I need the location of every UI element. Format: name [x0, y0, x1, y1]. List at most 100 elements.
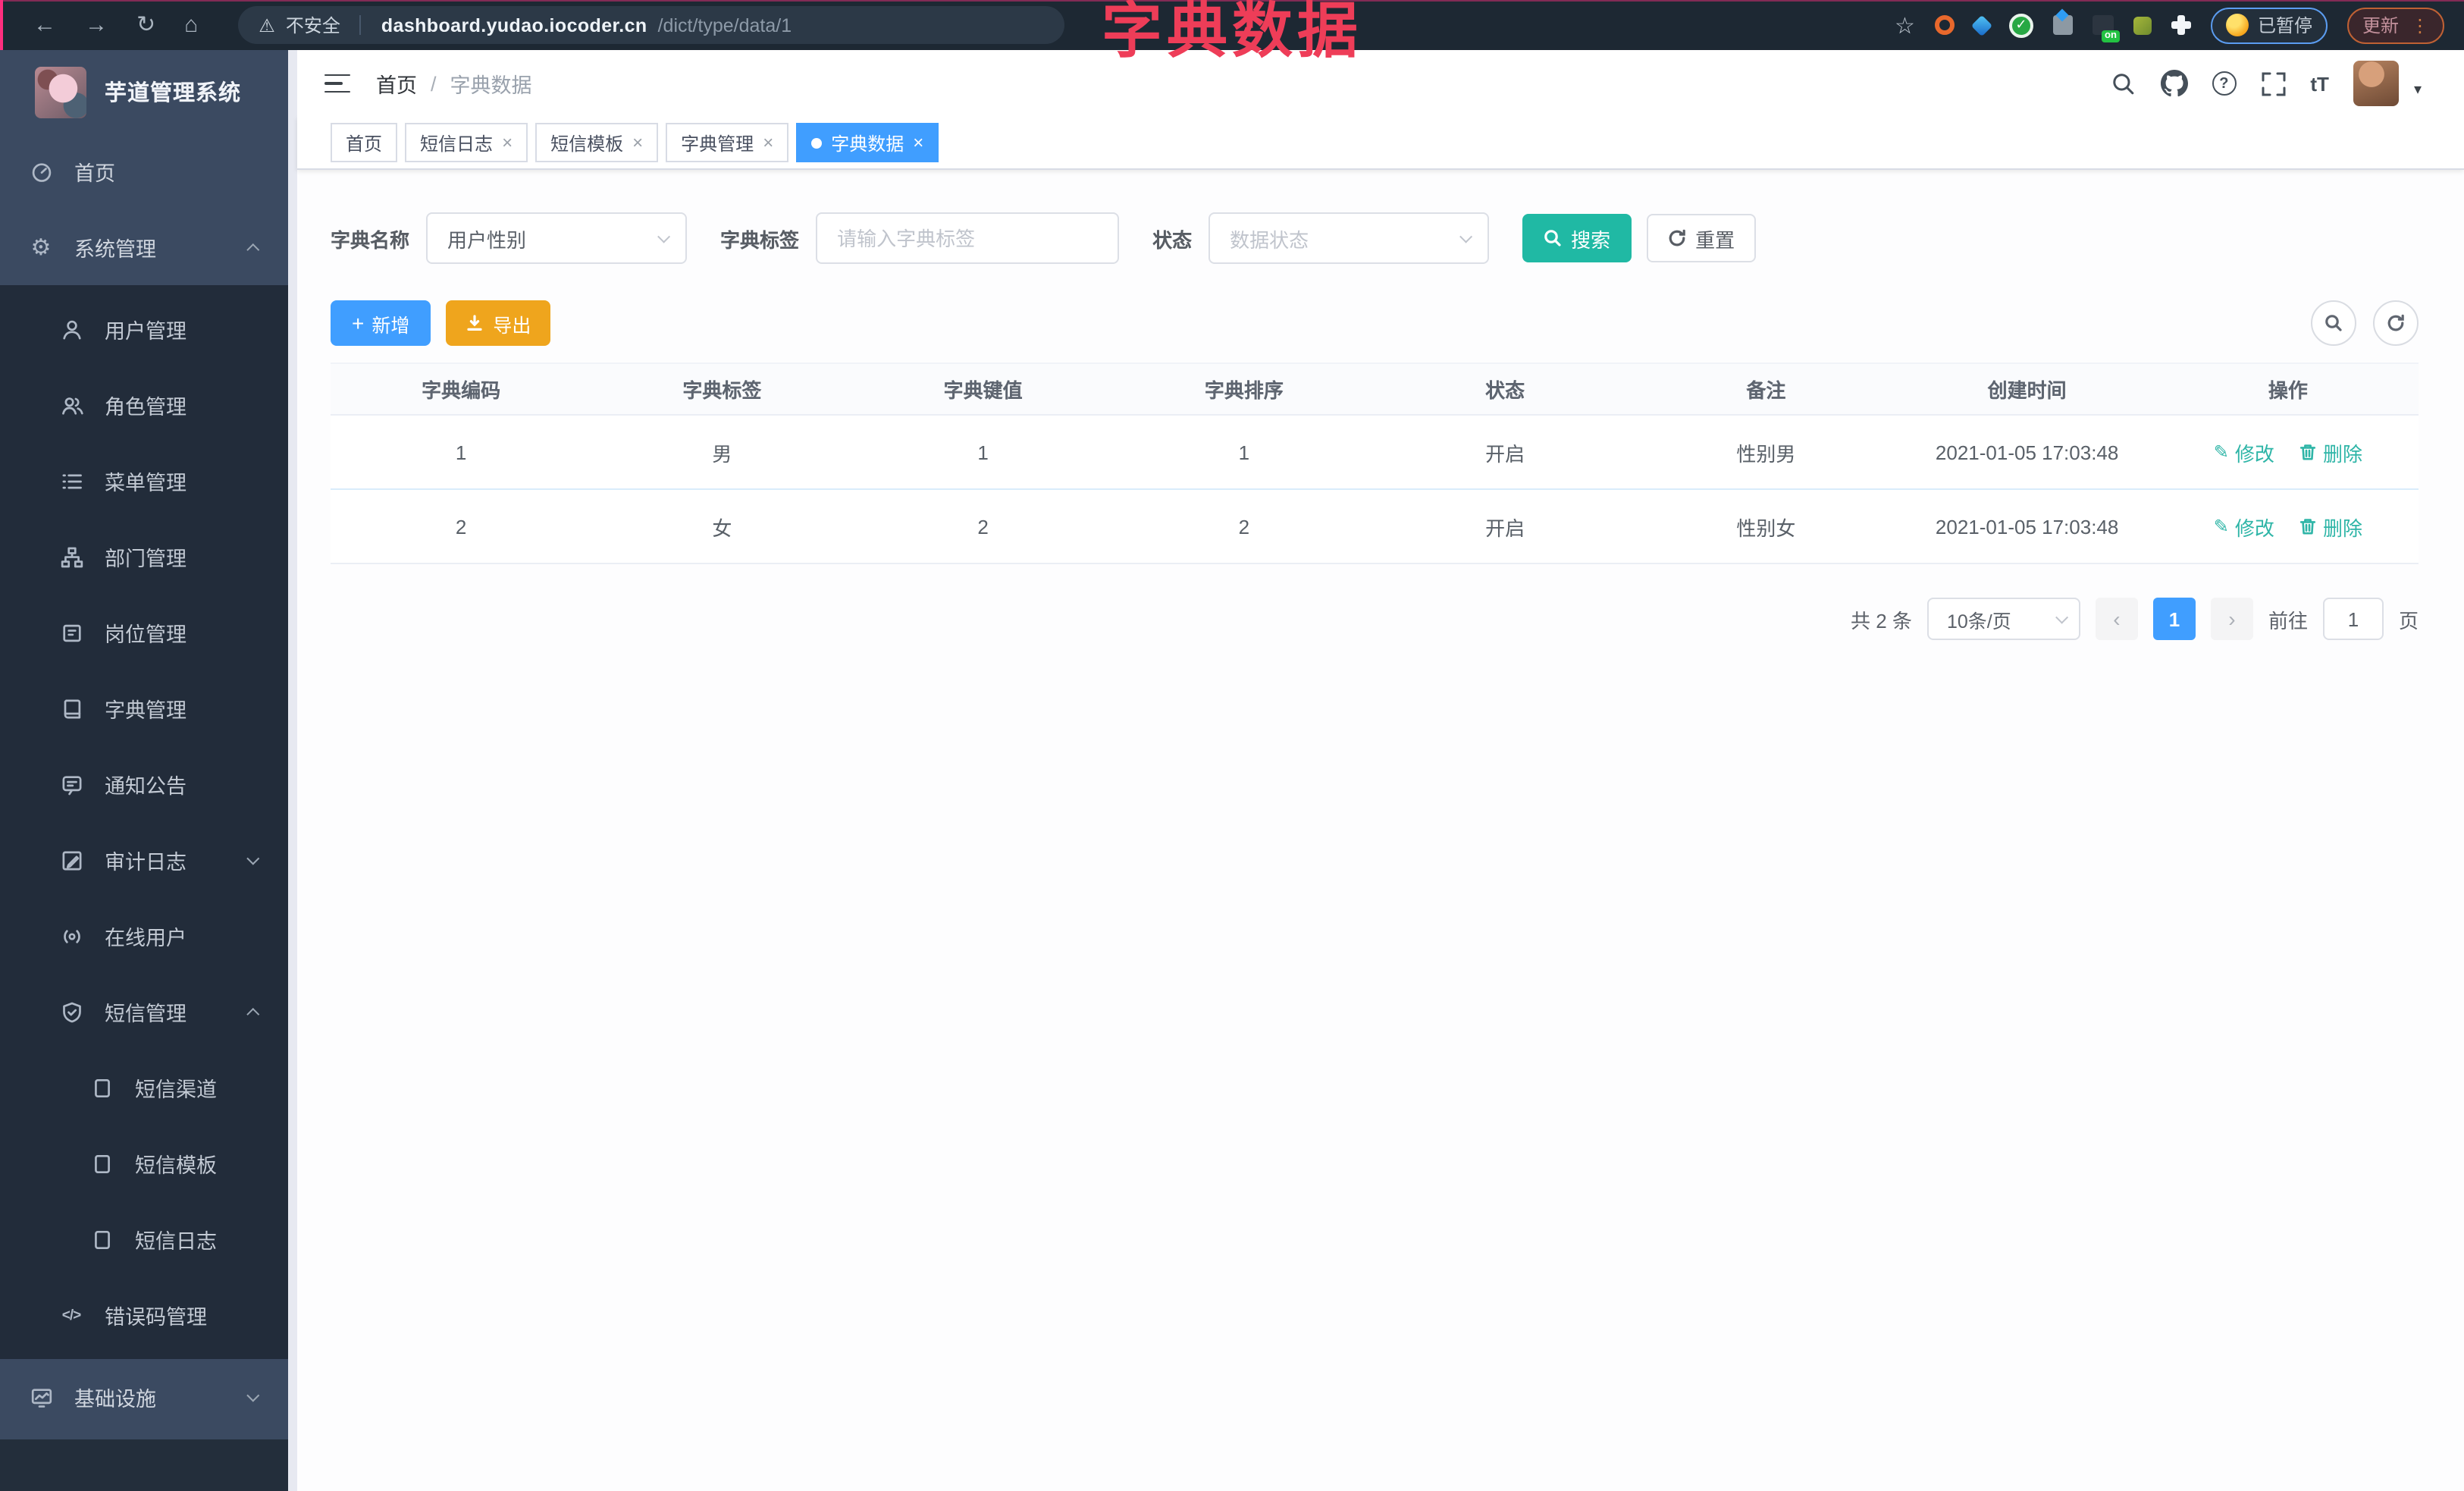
edit-icon: ✎	[2213, 441, 2229, 463]
gear-icon: ⚙	[30, 234, 52, 260]
dict-tag-input[interactable]	[816, 212, 1120, 264]
delete-link[interactable]: 删除	[2299, 512, 2362, 541]
column-header: 状态	[1485, 379, 1525, 402]
sidebar-item-error-codes[interactable]: </> 错误码管理	[0, 1277, 288, 1353]
tab-home[interactable]: 首页	[331, 123, 398, 162]
sidebar-item-notices[interactable]: 通知公告	[0, 746, 288, 822]
forward-icon[interactable]: →	[85, 14, 108, 36]
close-icon[interactable]: ×	[763, 133, 773, 152]
next-page-button[interactable]: ›	[2210, 598, 2253, 640]
tab-dict-manage[interactable]: 字典管理 ×	[666, 123, 789, 162]
sidebar-item-infrastructure[interactable]: 基础设施	[0, 1359, 288, 1435]
sidebar-item-sms-channel[interactable]: 短信渠道	[0, 1050, 288, 1125]
close-icon[interactable]: ×	[502, 133, 513, 152]
current-page-button[interactable]: 1	[2152, 598, 2196, 640]
edit-link[interactable]: ✎ 修改	[2214, 438, 2274, 466]
toggle-search-icon[interactable]	[2311, 300, 2356, 346]
filter-form: 字典名称 用户性别 字典标签 状态 数据状态 搜索 重置	[331, 212, 1757, 264]
code-icon: </>	[61, 1307, 82, 1323]
goto-page-input[interactable]	[2322, 598, 2384, 640]
tab-sms-log[interactable]: 短信日志 ×	[405, 123, 528, 162]
app-square-icon	[89, 1076, 114, 1099]
extensions-puzzle-icon[interactable]	[2171, 15, 2191, 35]
dict-name-select[interactable]: 用户性别	[426, 212, 688, 264]
github-icon[interactable]	[2160, 70, 2188, 97]
export-button[interactable]: 导出	[446, 300, 551, 346]
delete-link[interactable]: 删除	[2299, 438, 2362, 466]
add-button[interactable]: + 新增	[331, 300, 431, 346]
edit-link[interactable]: ✎ 修改	[2214, 512, 2274, 541]
avatar-caret-icon[interactable]: ▾	[2414, 81, 2422, 98]
tab-sms-template[interactable]: 短信模板 ×	[535, 123, 659, 162]
url-host: dashboard.yudao.iocoder.cn	[381, 14, 647, 36]
sidebar-item-online-users[interactable]: 在线用户	[0, 898, 288, 974]
browser-extension-check-icon[interactable]: ✓	[2008, 13, 2033, 37]
tab-dict-data[interactable]: 字典数据 ×	[796, 123, 939, 162]
close-icon[interactable]: ×	[632, 133, 643, 152]
reset-button-label: 重置	[1695, 228, 1735, 251]
status-select[interactable]: 数据状态	[1208, 212, 1490, 264]
sidebar-item-audit-logs[interactable]: 审计日志	[0, 822, 288, 898]
profile-paused-chip[interactable]: 已暂停	[2210, 7, 2328, 43]
sidebar: 芋道管理系统 首页 ⚙ 系统管理 用户管理 角色管理 菜单管理 部门管理 岗位管…	[0, 50, 297, 1491]
sidebar-item-sms-template[interactable]: 短信模板	[0, 1125, 288, 1201]
font-size-icon[interactable]: tT	[2310, 72, 2329, 95]
browser-extension-sprout-icon[interactable]	[2133, 16, 2152, 34]
sidebar-scrollbar[interactable]	[288, 50, 297, 1491]
browser-extension-gem-icon[interactable]	[1970, 14, 1993, 36]
sidebar-item-label: 通知公告	[105, 775, 187, 798]
hamburger-icon[interactable]	[324, 74, 350, 93]
close-icon[interactable]: ×	[913, 133, 923, 152]
sidebar-item-dicts[interactable]: 字典管理	[0, 670, 288, 746]
search-icon[interactable]	[2110, 71, 2136, 96]
breadcrumb-home[interactable]: 首页	[376, 68, 417, 99]
sidebar-item-sms-log[interactable]: 短信日志	[0, 1201, 288, 1277]
help-icon[interactable]: ?	[2212, 71, 2237, 96]
sidebar-bottom-strip	[0, 1439, 288, 1491]
search-button[interactable]: 搜索	[1522, 214, 1632, 262]
sidebar-item-menus[interactable]: 菜单管理	[0, 443, 288, 519]
sidebar-item-users[interactable]: 用户管理	[0, 291, 288, 367]
cell-sort: 2	[1238, 515, 1250, 538]
system-submenu: 用户管理 角色管理 菜单管理 部门管理 岗位管理 字典管理 通知公告 审计日志 …	[0, 285, 288, 1359]
tab-label: 首页	[346, 133, 383, 154]
bookmark-star-icon[interactable]: ☆	[1895, 11, 1915, 39]
user-avatar[interactable]	[2353, 61, 2399, 106]
active-tab-dot	[811, 137, 823, 148]
reload-icon[interactable]: ↻	[136, 14, 155, 36]
page-size-select[interactable]: 10条/页	[1926, 598, 2080, 640]
prev-page-button[interactable]: ‹	[2095, 598, 2138, 640]
pagination: 共 2 条 10条/页 ‹ 1 › 前往 页	[1851, 598, 2419, 640]
kebab-menu-icon[interactable]: ⋮	[2411, 16, 2429, 34]
fullscreen-icon[interactable]	[2260, 71, 2286, 96]
cell-label: 男	[712, 442, 732, 465]
home-icon[interactable]: ⌂	[184, 14, 198, 36]
breadcrumb: 首页 / 字典数据	[376, 68, 532, 99]
sidebar-item-system[interactable]: ⚙ 系统管理	[0, 209, 288, 285]
refresh-table-icon[interactable]	[2373, 300, 2419, 346]
page-unit-label: 页	[2398, 609, 2419, 632]
sidebar-item-home[interactable]: 首页	[0, 133, 288, 209]
sidebar-item-departments[interactable]: 部门管理	[0, 519, 288, 595]
address-bar[interactable]: ⚠ 不安全 dashboard.yudao.iocoder.cn/dict/ty…	[237, 6, 1064, 44]
reset-button[interactable]: 重置	[1647, 214, 1757, 262]
export-button-label: 导出	[493, 315, 531, 336]
browser-extension-on-icon[interactable]: on	[2092, 15, 2120, 42]
browser-extension-ring-icon[interactable]	[1934, 15, 1955, 35]
app-square-icon	[89, 1152, 114, 1175]
update-button[interactable]: 更新 ⋮	[2346, 7, 2444, 43]
sidebar-item-label: 短信日志	[135, 1230, 217, 1253]
column-header: 字典排序	[1204, 379, 1284, 402]
sidebar-item-sms[interactable]: 短信管理	[0, 974, 288, 1050]
table-header-row: 字典编码 字典标签 字典键值 字典排序 状态 备注 创建时间 操作	[331, 363, 2419, 416]
tags-view-bar: 首页 短信日志 × 短信模板 × 字典管理 × 字典数据 ×	[297, 117, 2464, 170]
tab-label: 短信日志	[420, 133, 494, 154]
app-logo-row[interactable]: 芋道管理系统	[0, 50, 297, 133]
browser-extension-sliders-icon[interactable]	[2052, 15, 2073, 35]
back-icon[interactable]: ←	[33, 14, 56, 36]
sidebar-item-roles[interactable]: 角色管理	[0, 367, 288, 443]
monitor-chart-icon	[29, 1386, 53, 1408]
sidebar-item-posts[interactable]: 岗位管理	[0, 595, 288, 670]
sidebar-item-label: 在线用户	[105, 927, 187, 950]
online-signal-icon	[59, 924, 83, 947]
